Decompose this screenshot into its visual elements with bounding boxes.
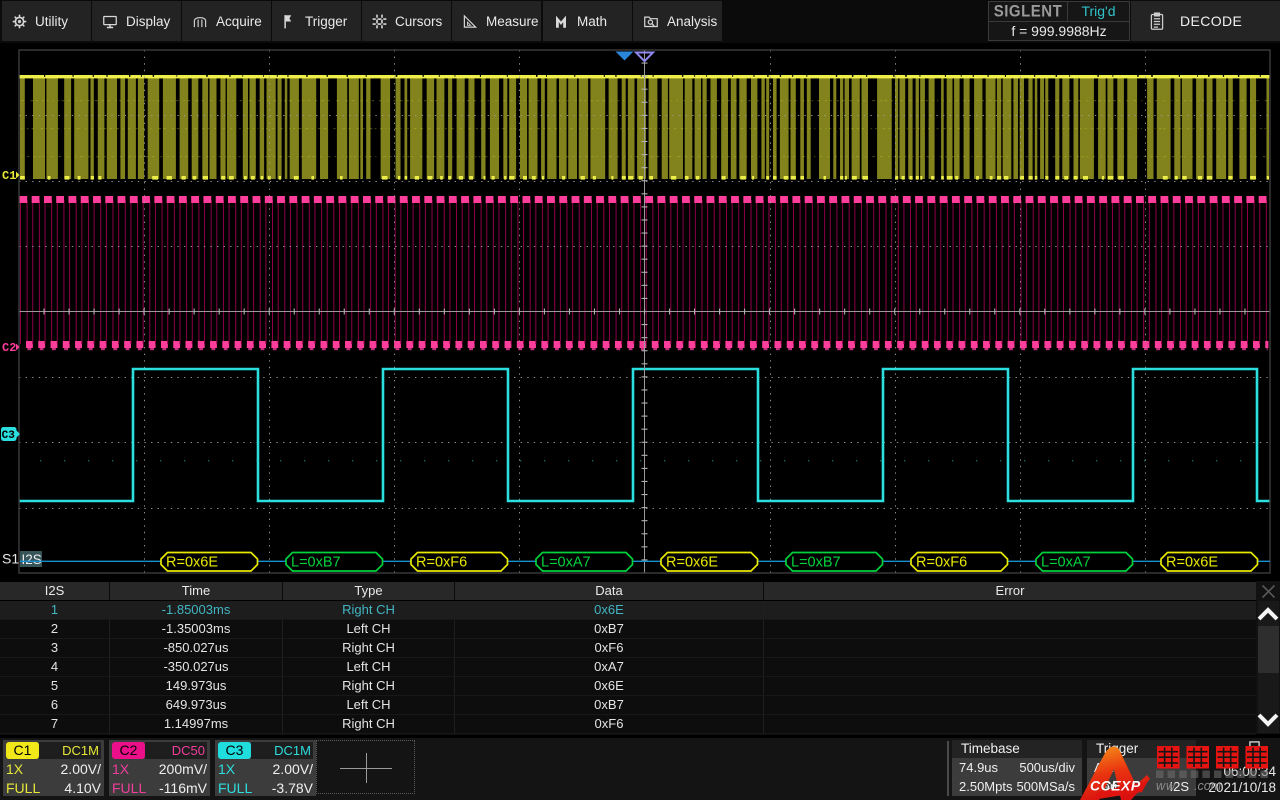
svg-text:C3: C3: [2, 430, 16, 442]
svg-text:R=0x6E: R=0x6E: [1166, 555, 1218, 571]
svg-text:L=0xA7: L=0xA7: [541, 555, 591, 571]
svg-text:C1: C1: [2, 169, 16, 183]
svg-text:I2S: I2S: [22, 552, 42, 567]
svg-text:R=0xF6: R=0xF6: [916, 555, 967, 571]
svg-text:L=0xB7: L=0xB7: [291, 555, 341, 571]
svg-text:L=0xB7: L=0xB7: [791, 555, 841, 571]
svg-text:R=0x6E: R=0x6E: [166, 555, 218, 571]
svg-text:C2: C2: [2, 341, 16, 355]
svg-text:R=0xF6: R=0xF6: [416, 555, 467, 571]
svg-text:L=0xA7: L=0xA7: [1041, 555, 1091, 571]
svg-text:S1: S1: [2, 551, 19, 567]
svg-text:R=0x6E: R=0x6E: [666, 555, 718, 571]
